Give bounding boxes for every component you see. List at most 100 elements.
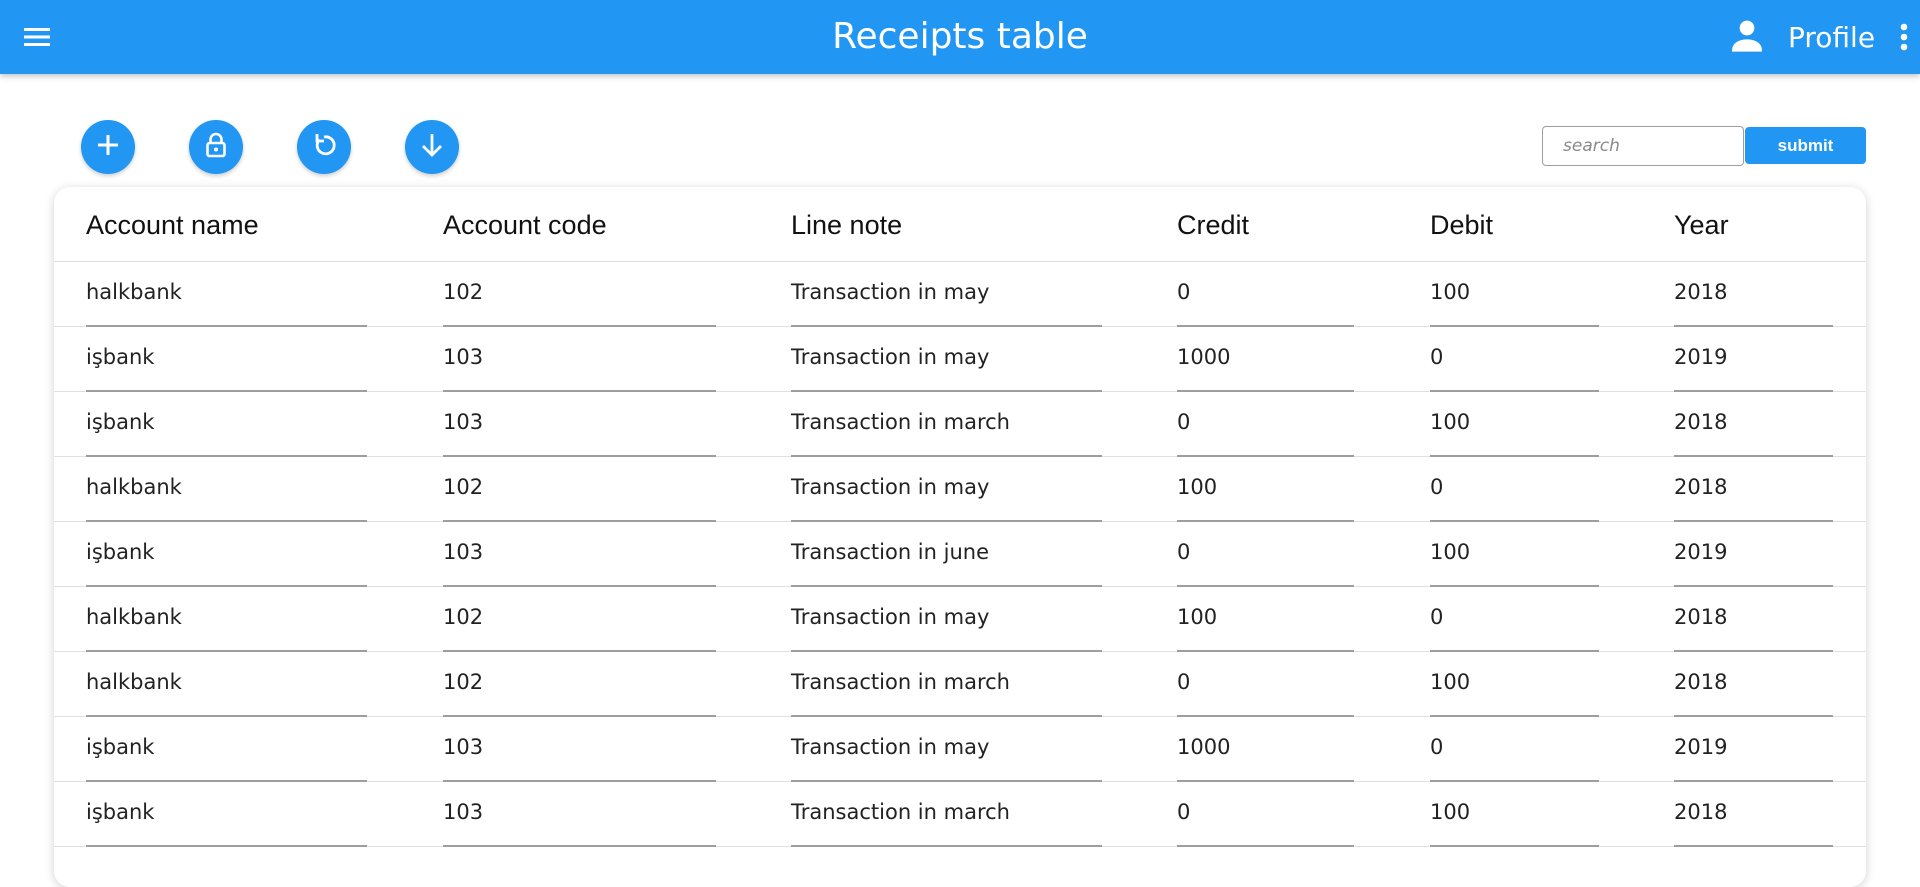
- app-bar: Receipts table Profile: [0, 0, 1920, 74]
- cell-line-note-field[interactable]: Transaction in may: [791, 587, 1102, 652]
- cell-credit: 0: [1177, 280, 1191, 304]
- cell-account-code-field[interactable]: 102: [443, 587, 716, 652]
- table-row[interactable]: işbank 103 Transaction in march 0 100 2018: [54, 392, 1866, 457]
- table-row[interactable]: işbank 103 Transaction in june 0 100 2019: [54, 522, 1866, 587]
- cell-account-name-field[interactable]: halkbank: [86, 587, 367, 652]
- cell-debit: 100: [1430, 280, 1471, 304]
- cell-account-name: işbank: [86, 345, 155, 369]
- cell-line-note: Transaction in march: [791, 670, 1010, 694]
- cell-credit-field[interactable]: 0: [1177, 522, 1354, 587]
- cell-account-name-field[interactable]: işbank: [86, 392, 367, 457]
- cell-year: 2018: [1674, 670, 1728, 694]
- cell-credit-field[interactable]: 1000: [1177, 327, 1354, 392]
- cell-account-name-field[interactable]: halkbank: [86, 457, 367, 522]
- column-header-credit[interactable]: Credit: [1177, 187, 1249, 262]
- cell-account-code: 103: [443, 735, 484, 759]
- column-header-account-code[interactable]: Account code: [443, 187, 607, 262]
- cell-credit: 1000: [1177, 345, 1231, 369]
- cell-account-name-field[interactable]: halkbank: [86, 262, 367, 327]
- cell-year-field[interactable]: 2018: [1674, 652, 1833, 717]
- cell-account-code-field[interactable]: 102: [443, 457, 716, 522]
- cell-credit-field[interactable]: 100: [1177, 457, 1354, 522]
- download-button[interactable]: [405, 120, 459, 174]
- menu-icon[interactable]: [20, 21, 54, 53]
- cell-debit: 100: [1430, 800, 1471, 824]
- column-header-year[interactable]: Year: [1674, 187, 1729, 262]
- cell-line-note-field[interactable]: Transaction in march: [791, 782, 1102, 847]
- cell-account-code-field[interactable]: 103: [443, 522, 716, 587]
- cell-credit-field[interactable]: 0: [1177, 392, 1354, 457]
- cell-year: 2019: [1674, 345, 1728, 369]
- cell-account-code-field[interactable]: 103: [443, 717, 716, 782]
- cell-line-note: Transaction in march: [791, 800, 1010, 824]
- cell-account-code-field[interactable]: 103: [443, 392, 716, 457]
- table-row[interactable]: halkbank 102 Transaction in march 0 100 2018: [54, 652, 1866, 717]
- cell-credit-field[interactable]: 1000: [1177, 717, 1354, 782]
- cell-line-note-field[interactable]: Transaction in march: [791, 392, 1102, 457]
- cell-year-field[interactable]: 2018: [1674, 587, 1833, 652]
- cell-account-name-field[interactable]: işbank: [86, 717, 367, 782]
- field-underline: [1177, 845, 1354, 847]
- cell-credit-field[interactable]: 0: [1177, 652, 1354, 717]
- cell-year-field[interactable]: 2019: [1674, 717, 1833, 782]
- cell-account-name: işbank: [86, 800, 155, 824]
- cell-account-name-field[interactable]: işbank: [86, 327, 367, 392]
- cell-year: 2018: [1674, 800, 1728, 824]
- cell-debit-field[interactable]: 100: [1430, 782, 1599, 847]
- cell-account-code-field[interactable]: 102: [443, 652, 716, 717]
- cell-credit-field[interactable]: 0: [1177, 262, 1354, 327]
- lock-open-icon: [201, 130, 231, 165]
- refresh-button[interactable]: [297, 120, 351, 174]
- cell-line-note-field[interactable]: Transaction in may: [791, 457, 1102, 522]
- cell-debit-field[interactable]: 100: [1430, 262, 1599, 327]
- cell-year-field[interactable]: 2018: [1674, 262, 1833, 327]
- cell-debit-field[interactable]: 0: [1430, 457, 1599, 522]
- table-row[interactable]: işbank 103 Transaction in may 1000 0 2019: [54, 717, 1866, 782]
- cell-year-field[interactable]: 2019: [1674, 327, 1833, 392]
- cell-account-name-field[interactable]: halkbank: [86, 652, 367, 717]
- cell-account-code-field[interactable]: 103: [443, 327, 716, 392]
- column-header-line-note[interactable]: Line note: [791, 187, 902, 262]
- cell-account-code-field[interactable]: 102: [443, 262, 716, 327]
- cell-year: 2018: [1674, 280, 1728, 304]
- table-row[interactable]: halkbank 102 Transaction in may 100 0 2018: [54, 457, 1866, 522]
- add-button[interactable]: [81, 120, 135, 174]
- table-header: Account name Account code Line note Cred…: [54, 187, 1866, 262]
- cell-account-name: halkbank: [86, 475, 182, 499]
- table-row[interactable]: işbank 103 Transaction in may 1000 0 2019: [54, 327, 1866, 392]
- table-row[interactable]: halkbank 102 Transaction in may 0 100 2018: [54, 262, 1866, 327]
- cell-credit-field[interactable]: 100: [1177, 587, 1354, 652]
- cell-line-note-field[interactable]: Transaction in may: [791, 717, 1102, 782]
- cell-debit-field[interactable]: 0: [1430, 717, 1599, 782]
- cell-year-field[interactable]: 2018: [1674, 782, 1833, 847]
- more-vert-icon[interactable]: [1892, 20, 1916, 54]
- submit-button[interactable]: submit: [1745, 127, 1866, 164]
- cell-year-field[interactable]: 2018: [1674, 457, 1833, 522]
- refresh-icon: [309, 130, 339, 165]
- cell-account-code-field[interactable]: 103: [443, 782, 716, 847]
- cell-account-code: 102: [443, 280, 484, 304]
- column-header-account-name[interactable]: Account name: [86, 187, 259, 262]
- table-row[interactable]: halkbank 102 Transaction in may 100 0 2018: [54, 587, 1866, 652]
- cell-debit-field[interactable]: 100: [1430, 522, 1599, 587]
- cell-year-field[interactable]: 2019: [1674, 522, 1833, 587]
- cell-debit-field[interactable]: 0: [1430, 587, 1599, 652]
- cell-debit-field[interactable]: 0: [1430, 327, 1599, 392]
- search-input[interactable]: [1542, 126, 1744, 166]
- cell-account-name-field[interactable]: işbank: [86, 522, 367, 587]
- cell-debit-field[interactable]: 100: [1430, 652, 1599, 717]
- cell-line-note-field[interactable]: Transaction in march: [791, 652, 1102, 717]
- cell-line-note-field[interactable]: Transaction in may: [791, 262, 1102, 327]
- unlock-button[interactable]: [189, 120, 243, 174]
- profile-button[interactable]: Profile: [1726, 14, 1875, 60]
- cell-debit-field[interactable]: 100: [1430, 392, 1599, 457]
- cell-account-name: işbank: [86, 410, 155, 434]
- cell-year-field[interactable]: 2018: [1674, 392, 1833, 457]
- cell-credit-field[interactable]: 0: [1177, 782, 1354, 847]
- table-row[interactable]: işbank 103 Transaction in march 0 100 2018: [54, 782, 1866, 847]
- cell-line-note-field[interactable]: Transaction in may: [791, 327, 1102, 392]
- column-header-debit[interactable]: Debit: [1430, 187, 1493, 262]
- cell-debit: 100: [1430, 540, 1471, 564]
- cell-account-name-field[interactable]: işbank: [86, 782, 367, 847]
- cell-line-note-field[interactable]: Transaction in june: [791, 522, 1102, 587]
